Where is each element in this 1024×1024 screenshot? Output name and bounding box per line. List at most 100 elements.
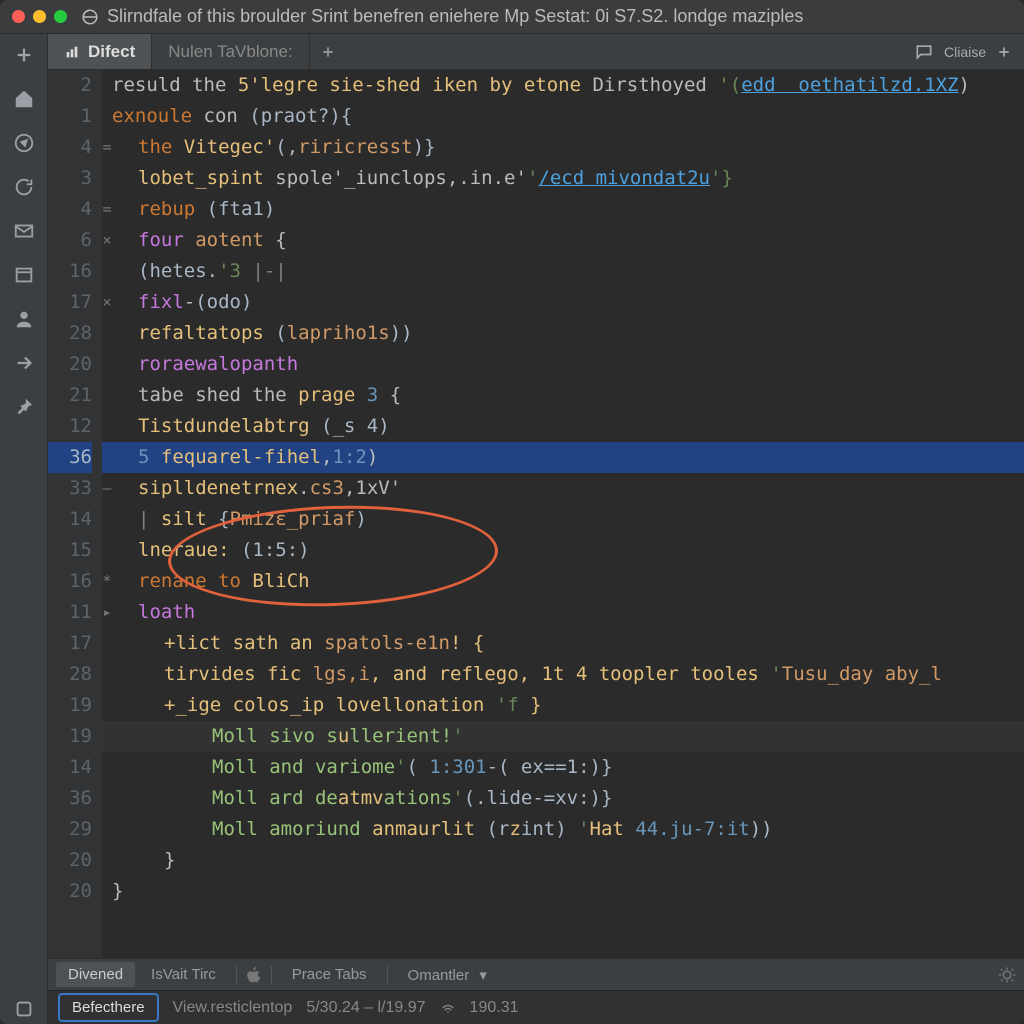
code-line[interactable]: resuld the 5'legre sie-shed iken by eton…: [102, 70, 1024, 101]
token: (: [406, 756, 429, 778]
code-area[interactable]: resuld the 5'legre sie-shed iken by eton…: [102, 70, 1024, 958]
code-line[interactable]: tirvides fic lgs,i, and reflego, 1t 4 to…: [102, 659, 1024, 690]
code-line[interactable]: ▸loath: [102, 597, 1024, 628]
bug-icon[interactable]: [998, 966, 1016, 984]
pin-icon[interactable]: [8, 392, 40, 422]
fold-marker[interactable]: ×: [100, 225, 114, 256]
app-icon: [81, 8, 99, 26]
code-line[interactable]: refaltatops (lapriho1s)): [102, 318, 1024, 349]
bottom-tab-prace[interactable]: Prace Tabs: [280, 962, 379, 987]
line-number: 36: [48, 783, 92, 814]
bottom-toolbar: Divened IsVait Tirc Prace Tabs Omantler …: [48, 958, 1024, 990]
line-number: 14: [48, 504, 92, 535]
home-icon[interactable]: [8, 84, 40, 114]
code-line[interactable]: Moll ard deatmvations'(.lide-=xv:)}: [102, 783, 1024, 814]
window-title: Slirndfale of this broulder Srint benefr…: [107, 6, 803, 27]
token: four: [138, 229, 195, 251]
token: '}: [710, 167, 733, 189]
bottom-tab-omantler[interactable]: Omantler ▾: [396, 962, 499, 988]
bottom-tab-divened[interactable]: Divened: [56, 962, 135, 987]
line-number: 33: [48, 473, 92, 504]
tab-nulen[interactable]: Nulen TaVblone:: [152, 34, 309, 69]
refresh-icon[interactable]: [8, 172, 40, 202]
code-line[interactable]: exnoule con (praot?){: [102, 101, 1024, 132]
tabbar-right-label: Cliaise: [944, 44, 986, 60]
token: ,: [321, 446, 332, 468]
code-line[interactable]: Moll amoriund anmaurlit (rzint) 'Hat 44.…: [102, 814, 1024, 845]
token: lgs,i: [313, 663, 370, 685]
token: )): [390, 322, 413, 344]
token: atmv: [338, 787, 384, 809]
chart-icon: [64, 44, 80, 60]
line-number: 11: [48, 597, 92, 628]
maximize-icon[interactable]: [54, 10, 67, 23]
code-line[interactable]: *renane to BliCh: [102, 566, 1024, 597]
close-icon[interactable]: [12, 10, 25, 23]
token: 5'legre sie-shed iken by etone: [238, 74, 593, 96]
token: 44.ju-7:it: [635, 818, 749, 840]
apple-icon[interactable]: [245, 966, 263, 984]
code-line[interactable]: (hetes.'3 |-|: [102, 256, 1024, 287]
code-line[interactable]: lobet_spint spole'_iunclops,.in.e''/ecd …: [102, 163, 1024, 194]
settings-icon[interactable]: [8, 994, 40, 1024]
code-line[interactable]: roraewalopanth: [102, 349, 1024, 380]
code-editor[interactable]: 2143461617282021123633141516111728191914…: [48, 70, 1024, 958]
code-line[interactable]: Moll and variome'( 1:301-( ex==1:)}: [102, 752, 1024, 783]
code-line[interactable]: –siplldenetrnex.cs3,1xV': [102, 473, 1024, 504]
line-number: 21: [48, 380, 92, 411]
code-line[interactable]: ×fixl-(odo): [102, 287, 1024, 318]
compass-icon[interactable]: [8, 128, 40, 158]
code-line[interactable]: | silt {Pmizε_priaf): [102, 504, 1024, 535]
line-number: 3: [48, 163, 92, 194]
token: Vitegec': [184, 136, 276, 158]
tab-add-button[interactable]: [310, 34, 346, 69]
line-number: 1: [48, 101, 92, 132]
window-icon[interactable]: [8, 260, 40, 290]
token: (1:5:): [241, 539, 310, 561]
add-icon[interactable]: [8, 40, 40, 70]
token: Tusu_day aby_l: [782, 663, 942, 685]
line-number: 2: [48, 70, 92, 101]
code-line[interactable]: ×four aotent {: [102, 225, 1024, 256]
token: tabe shed the: [138, 384, 298, 406]
code-line[interactable]: 5 fequarel-fihel,1:2): [102, 442, 1024, 473]
line-number: 16: [48, 566, 92, 597]
plus-icon[interactable]: [996, 44, 1012, 60]
mail-icon[interactable]: [8, 216, 40, 246]
token: ): [959, 74, 970, 96]
arrow-right-icon[interactable]: [8, 348, 40, 378]
token: -( ex==1:)}: [487, 756, 613, 778]
fold-marker[interactable]: =: [100, 194, 114, 225]
token: 1:2: [333, 446, 367, 468]
code-line[interactable]: }: [102, 845, 1024, 876]
token: 5: [138, 446, 161, 468]
code-line[interactable]: +lict sath an spatols-e1n! {: [102, 628, 1024, 659]
comment-icon[interactable]: [914, 42, 934, 62]
fold-marker[interactable]: ×: [100, 287, 114, 318]
token: fequarel-fihel: [161, 446, 321, 468]
tab-difect[interactable]: Difect: [48, 34, 152, 69]
status-item: 190.31: [470, 999, 519, 1017]
code-line[interactable]: Tistdundelabtrg (_s 4): [102, 411, 1024, 442]
code-line[interactable]: Moll sivo sullerient!': [102, 721, 1024, 752]
code-line[interactable]: +_ige colos_ip lovellonation 'f }: [102, 690, 1024, 721]
line-gutter: 2143461617282021123633141516111728191914…: [48, 70, 102, 958]
code-line[interactable]: tabe shed the prage 3 {: [102, 380, 1024, 411]
user-icon[interactable]: [8, 304, 40, 334]
line-number: 17: [48, 287, 92, 318]
code-line[interactable]: lneraue: (1:5:): [102, 535, 1024, 566]
code-line[interactable]: }: [102, 876, 1024, 907]
fold-marker[interactable]: =: [100, 132, 114, 163]
token: lobet_spint: [138, 167, 275, 189]
bottom-tab-isvait[interactable]: IsVait Tirc: [139, 962, 228, 987]
minimize-icon[interactable]: [33, 10, 46, 23]
token: , and: [370, 663, 439, 685]
fold-marker[interactable]: ▸: [100, 597, 114, 628]
code-line[interactable]: =rebup (fta1): [102, 194, 1024, 225]
fold-marker[interactable]: *: [100, 566, 114, 597]
token: tirvides fic: [164, 663, 313, 685]
code-line[interactable]: =the Vitegec'(,riricresst)}: [102, 132, 1024, 163]
befecthere-button[interactable]: Befecthere: [58, 993, 159, 1022]
token: (odo): [195, 291, 252, 313]
fold-marker[interactable]: –: [100, 473, 114, 504]
